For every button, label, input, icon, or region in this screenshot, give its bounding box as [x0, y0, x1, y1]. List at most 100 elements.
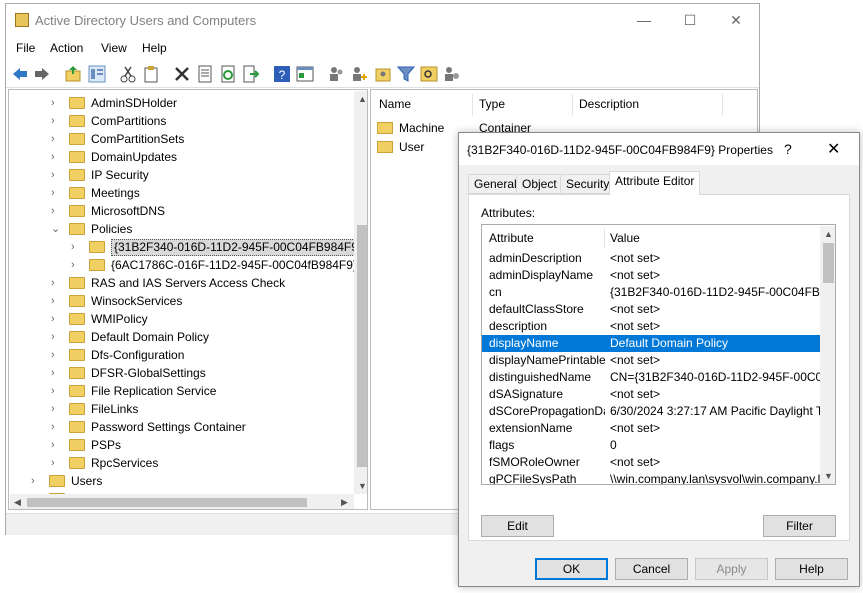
tree-item[interactable]: › File Replication Service — [51, 382, 367, 400]
attribute-row[interactable]: cn {31B2F340-016D-11D2-945F-00C04FB984F9} — [482, 284, 820, 301]
scroll-down-icon[interactable]: ▼ — [824, 471, 833, 481]
chevron-right-icon[interactable]: › — [51, 166, 63, 184]
tree-item[interactable]: › WinsockServices — [51, 292, 367, 310]
scroll-right-icon[interactable]: ▶ — [341, 497, 348, 508]
attribute-row[interactable]: displayName Default Domain Policy — [482, 335, 820, 352]
tree-item[interactable]: › RAS and IAS Servers Access Check — [51, 274, 367, 292]
forward-icon[interactable] — [33, 65, 51, 83]
properties-icon[interactable] — [196, 65, 214, 83]
tree-item[interactable]: › AdminSDHolder — [51, 94, 367, 112]
tree-item[interactable]: › Users — [31, 472, 351, 490]
help-icon[interactable]: ? — [273, 65, 291, 83]
attribute-row[interactable]: dSASignature <not set> — [482, 386, 820, 403]
attribute-row[interactable]: distinguishedName CN={31B2F340-016D-11D2-… — [482, 369, 820, 386]
help-button[interactable]: Help — [775, 558, 848, 580]
chevron-right-icon[interactable]: › — [51, 184, 63, 202]
chevron-right-icon[interactable]: › — [51, 400, 63, 418]
chevron-right-icon[interactable]: › — [51, 382, 63, 400]
tree-item[interactable]: › FileLinks — [51, 400, 367, 418]
user-add-icon[interactable] — [350, 65, 368, 83]
chevron-right-icon[interactable]: › — [51, 130, 63, 148]
title-bar[interactable]: Active Directory Users and Computers — ☐… — [6, 4, 759, 37]
column-header-type[interactable]: Type — [479, 95, 505, 113]
menu-file[interactable]: File — [16, 41, 35, 55]
scroll-up-icon[interactable]: ▲ — [824, 229, 833, 239]
attribute-row[interactable]: adminDescription <not set> — [482, 250, 820, 267]
menu-view[interactable]: View — [101, 41, 127, 55]
attribute-list-scroll-thumb[interactable] — [823, 243, 834, 283]
column-header-description[interactable]: Description — [579, 95, 639, 113]
delete-icon[interactable] — [173, 65, 191, 83]
ok-button[interactable]: OK — [535, 558, 608, 580]
column-separator[interactable] — [472, 94, 473, 116]
chevron-right-icon[interactable]: › — [51, 454, 63, 472]
chevron-right-icon[interactable]: › — [51, 346, 63, 364]
tree-item[interactable]: › {6AC1786C-016F-11D2-945F-00C04fB984F9} — [71, 256, 367, 274]
users-icon[interactable] — [327, 65, 345, 83]
tree-item[interactable]: › ComPartitions — [51, 112, 367, 130]
filter-icon[interactable] — [397, 65, 415, 83]
tree-vertical-scroll-thumb[interactable] — [357, 225, 367, 467]
tree-item[interactable]: › Password Settings Container — [51, 418, 367, 436]
minimize-button[interactable]: — — [621, 4, 667, 37]
attribute-row[interactable]: defaultClassStore <not set> — [482, 301, 820, 318]
find-icon[interactable] — [420, 65, 438, 83]
scroll-up-icon[interactable]: ▲ — [358, 94, 367, 104]
show-hide-tree-icon[interactable] — [88, 65, 106, 83]
chevron-right-icon[interactable]: › — [51, 418, 63, 436]
column-separator[interactable] — [572, 94, 573, 116]
attribute-row[interactable]: dSCorePropagationData 6/30/2024 3:27:17 A… — [482, 403, 820, 420]
export-icon[interactable] — [242, 65, 260, 83]
attribute-row[interactable]: extensionName <not set> — [482, 420, 820, 437]
chevron-right-icon[interactable]: › — [71, 256, 83, 274]
tree-pane[interactable]: › AdminSDHolder › ComPartitions › ComPartitio… — [8, 89, 368, 510]
attribute-row[interactable]: gPCFileSysPath \\win.company.lan\sysvol\w… — [482, 471, 820, 484]
delegate-icon[interactable] — [443, 65, 461, 83]
tree-item[interactable]: › {31B2F340-016D-11D2-945F-00C04FB984F9} — [71, 238, 367, 256]
apply-button[interactable]: Apply — [695, 558, 768, 580]
tree-item[interactable]: › RpcServices — [51, 454, 367, 472]
tree-item[interactable]: › WMIPolicy — [51, 310, 367, 328]
tab-general[interactable]: General — [468, 174, 523, 194]
column-header-value[interactable]: Value — [610, 229, 640, 247]
copy-icon[interactable] — [142, 65, 160, 83]
back-icon[interactable] — [11, 65, 29, 83]
attribute-row[interactable]: fSMORoleOwner <not set> — [482, 454, 820, 471]
column-separator[interactable] — [722, 94, 723, 116]
tab-object[interactable]: Object — [516, 174, 563, 194]
tree-item[interactable]: ⌄ Policies — [51, 220, 367, 238]
tab-security[interactable]: Security — [560, 174, 616, 194]
menu-help[interactable]: Help — [142, 41, 167, 55]
chevron-right-icon[interactable]: › — [51, 148, 63, 166]
tree-item[interactable]: › Dfs-Configuration — [51, 346, 367, 364]
tree-item[interactable]: › Meetings — [51, 184, 367, 202]
up-folder-icon[interactable] — [64, 65, 82, 83]
chevron-right-icon[interactable]: › — [51, 112, 63, 130]
chevron-right-icon[interactable]: › — [51, 436, 63, 454]
tree-item[interactable]: › IP Security — [51, 166, 367, 184]
view-icon[interactable] — [296, 65, 314, 83]
chevron-right-icon[interactable]: › — [71, 238, 83, 256]
column-header-name[interactable]: Name — [379, 95, 411, 113]
chevron-right-icon[interactable]: › — [51, 364, 63, 382]
column-separator[interactable] — [604, 228, 605, 248]
attribute-row[interactable]: displayNamePrintable <not set> — [482, 352, 820, 369]
dialog-title-bar[interactable]: {31B2F340-016D-11D2-945F-00C04FB984F9} P… — [459, 133, 859, 165]
chevron-right-icon[interactable]: › — [51, 310, 63, 328]
attribute-row[interactable]: adminDisplayName <not set> — [482, 267, 820, 284]
attribute-list[interactable]: Attribute Value adminDescription <not set… — [481, 224, 836, 485]
chevron-down-icon[interactable]: ⌄ — [51, 220, 63, 238]
tree-item[interactable]: › MicrosoftDNS — [51, 202, 367, 220]
group-add-icon[interactable] — [374, 65, 392, 83]
chevron-right-icon[interactable]: › — [31, 472, 43, 490]
scroll-down-icon[interactable]: ▼ — [358, 481, 367, 491]
attribute-row[interactable]: description <not set> — [482, 318, 820, 335]
tree-item[interactable]: › DomainUpdates — [51, 148, 367, 166]
edit-button[interactable]: Edit — [481, 515, 554, 537]
tree-item[interactable]: › Default Domain Policy — [51, 328, 367, 346]
refresh-icon[interactable] — [219, 65, 237, 83]
chevron-right-icon[interactable]: › — [51, 292, 63, 310]
chevron-right-icon[interactable]: › — [51, 328, 63, 346]
scroll-left-icon[interactable]: ◀ — [14, 497, 21, 508]
attribute-row[interactable]: flags 0 — [482, 437, 820, 454]
